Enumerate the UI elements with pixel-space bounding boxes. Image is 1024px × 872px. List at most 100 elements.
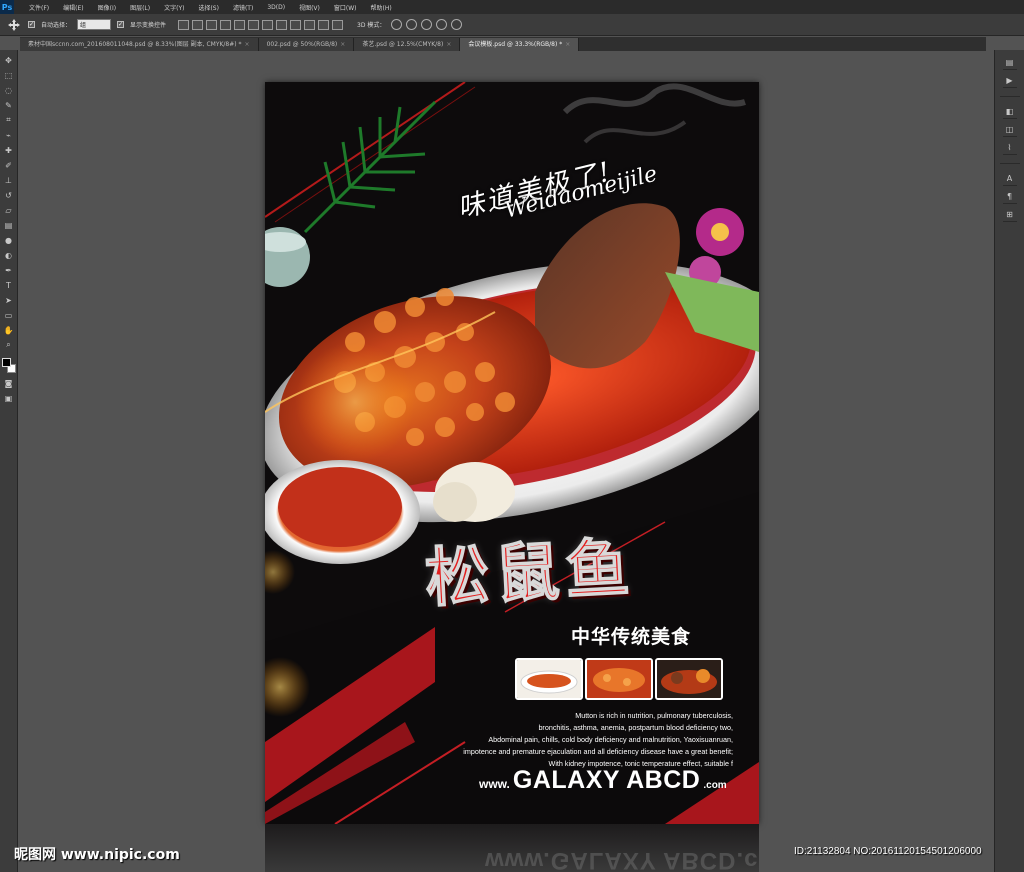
doc-tab-3[interactable]: 茶艺.psd @ 12.5%(CMYK/8) ×	[354, 38, 461, 51]
tools-panel: ✥ ⬚ ◌ ✎ ⌗ ⌁ ✚ ✐ ⊥ ↺ ▱ ▤ ● ◐ ✒ T ➤ ▭ ✋ ⌕ …	[0, 50, 18, 872]
options-bar: 自动选择： 组 显示变换控件 3D 模式：	[0, 14, 1024, 36]
glyphs-panel-icon[interactable]: ⊞	[1002, 208, 1017, 222]
type-tool-icon[interactable]: T	[3, 279, 15, 291]
brand-url: www. GALAXY ABCD .com	[479, 766, 727, 795]
reflection-text: www.GALAXY ABCD.com	[485, 847, 759, 872]
doc-tab-label: 002.psd @ 50%(RGB/8)	[266, 41, 338, 48]
close-icon[interactable]: ×	[446, 38, 451, 51]
menu-view[interactable]: 视图(V)	[292, 3, 327, 12]
watermark-site: 昵图网 www.nipic.com	[14, 847, 180, 863]
history-brush-tool-icon[interactable]: ↺	[3, 189, 15, 201]
quick-mask-icon[interactable]: ◙	[3, 377, 15, 389]
actions-panel-icon[interactable]: ▶	[1002, 74, 1017, 88]
move-icon	[8, 18, 20, 31]
zoom-tool-icon[interactable]: ⌕	[3, 339, 15, 351]
panel-dock: ▤ ▶ ◧ ◫ ⌇ A ¶ ⊞	[994, 50, 1024, 872]
poster-reflection: www.GALAXY ABCD.com	[265, 824, 759, 872]
menu-filter[interactable]: 滤镜(T)	[226, 3, 260, 12]
healing-brush-tool-icon[interactable]: ✚	[3, 144, 15, 156]
menu-edit[interactable]: 编辑(E)	[56, 3, 90, 12]
auto-select-dropdown[interactable]: 组	[77, 19, 112, 30]
hand-tool-icon[interactable]: ✋	[3, 324, 15, 336]
menu-image[interactable]: 图像(I)	[91, 3, 123, 12]
menu-type[interactable]: 文字(Y)	[157, 3, 191, 12]
history-panel-icon[interactable]: ▤	[1002, 56, 1017, 70]
eyedropper-tool-icon[interactable]: ⌁	[3, 129, 15, 141]
photoshop-window: Ps 文件(F) 编辑(E) 图像(I) 图层(L) 文字(Y) 选择(S) 滤…	[0, 0, 1024, 872]
gradient-tool-icon[interactable]: ▤	[3, 219, 15, 231]
3d-slide-icon[interactable]	[436, 19, 448, 30]
menu-window[interactable]: 窗口(W)	[327, 3, 364, 12]
doc-tab-label: 茶艺.psd @ 12.5%(CMYK/8)	[362, 41, 444, 48]
paragraph-panel-icon[interactable]: ¶	[1002, 190, 1017, 204]
distribute-center-icon[interactable]	[318, 19, 330, 30]
doc-tab-label: 素材中国sccnn.com_20160801104​8.psd @ 8.33%(…	[28, 41, 242, 48]
layers-panel-icon[interactable]: ◧	[1002, 105, 1017, 119]
quick-select-tool-icon[interactable]: ✎	[3, 99, 15, 111]
thumbnail-dish-2	[585, 658, 653, 700]
menu-select[interactable]: 选择(S)	[191, 3, 226, 12]
distribute-left-icon[interactable]	[304, 19, 316, 30]
align-middle-icon[interactable]	[192, 19, 204, 30]
3d-rotate-icon[interactable]	[391, 19, 403, 30]
thumbnail-image	[657, 660, 721, 698]
shape-tool-icon[interactable]: ▭	[3, 309, 15, 321]
move-tool-preset[interactable]	[6, 18, 22, 32]
brand-prefix: www.	[479, 777, 510, 791]
auto-select-label: 自动选择：	[41, 22, 72, 29]
align-left-icon[interactable]	[220, 19, 232, 30]
crop-tool-icon[interactable]: ⌗	[3, 114, 15, 126]
menu-help[interactable]: 帮助(H)	[364, 3, 399, 12]
close-icon[interactable]: ×	[565, 38, 570, 51]
panel-separator	[999, 96, 1020, 97]
blur-tool-icon[interactable]: ●	[3, 234, 15, 246]
path-select-tool-icon[interactable]: ➤	[3, 294, 15, 306]
menu-layer[interactable]: 图层(L)	[123, 3, 157, 12]
thumbnail-image	[587, 660, 651, 698]
brush-tool-icon[interactable]: ✐	[3, 159, 15, 171]
lasso-tool-icon[interactable]: ◌	[3, 84, 15, 96]
menu-file[interactable]: 文件(F)	[22, 3, 56, 12]
thumbnail-image	[517, 660, 581, 698]
doc-tab-2[interactable]: 002.psd @ 50%(RGB/8) ×	[258, 38, 355, 51]
auto-select-checkbox[interactable]	[28, 21, 35, 28]
brand-name: GALAXY ABCD	[512, 766, 701, 794]
align-center-icon[interactable]	[234, 19, 246, 30]
foreground-color-swatch[interactable]	[1, 358, 11, 367]
align-bottom-icon[interactable]	[206, 19, 218, 30]
align-top-icon[interactable]	[178, 19, 190, 30]
paths-panel-icon[interactable]: ⌇	[1002, 141, 1017, 155]
poster-canvas[interactable]: 味道美极了! Weidaomeijile 松鼠鱼 中华传统美食 Mutton i…	[265, 82, 759, 824]
close-icon[interactable]: ×	[340, 38, 345, 51]
document-tabs: 素材中国sccnn.com_20160801104​8.psd @ 8.33%(…	[20, 37, 986, 51]
doc-tab-1[interactable]: 素材中国sccnn.com_20160801104​8.psd @ 8.33%(…	[20, 38, 259, 51]
screen-mode-icon[interactable]: ▣	[3, 392, 15, 404]
menu-3d[interactable]: 3D(D)	[260, 4, 292, 11]
3d-pan-icon[interactable]	[421, 19, 433, 30]
align-right-icon[interactable]	[248, 19, 260, 30]
distribute-right-icon[interactable]	[332, 19, 344, 30]
3d-scale-icon[interactable]	[451, 19, 463, 30]
channels-panel-icon[interactable]: ◫	[1002, 123, 1017, 137]
clone-stamp-tool-icon[interactable]: ⊥	[3, 174, 15, 186]
show-transform-checkbox[interactable]	[117, 21, 125, 28]
distribute-bottom-icon[interactable]	[290, 19, 302, 30]
watermark-id: ID:21132804 NO:20161120154501206000	[794, 846, 982, 857]
distribute-top-icon[interactable]	[262, 19, 274, 30]
3d-roll-icon[interactable]	[406, 19, 418, 30]
color-swatches[interactable]	[1, 358, 16, 374]
doc-tab-4[interactable]: 会议模板.psd @ 33.3%(RGB/8) * ×	[460, 38, 580, 51]
eraser-tool-icon[interactable]: ▱	[3, 204, 15, 216]
pen-tool-icon[interactable]: ✒	[3, 264, 15, 276]
close-icon[interactable]: ×	[245, 38, 250, 51]
distribute-middle-icon[interactable]	[276, 19, 288, 30]
dodge-tool-icon[interactable]: ◐	[3, 249, 15, 261]
3d-mode-buttons	[391, 19, 463, 30]
description-line: Mutton is rich in nutrition, pulmonary t…	[575, 711, 733, 720]
character-panel-icon[interactable]: A	[1002, 172, 1017, 186]
description-line: bronchitis, asthma, anemia, postpartum b…	[538, 723, 733, 732]
3d-mode-label: 3D 模式：	[357, 22, 386, 29]
move-tool-icon[interactable]: ✥	[3, 54, 15, 66]
app-logo: Ps	[0, 0, 14, 14]
marquee-tool-icon[interactable]: ⬚	[3, 69, 15, 81]
